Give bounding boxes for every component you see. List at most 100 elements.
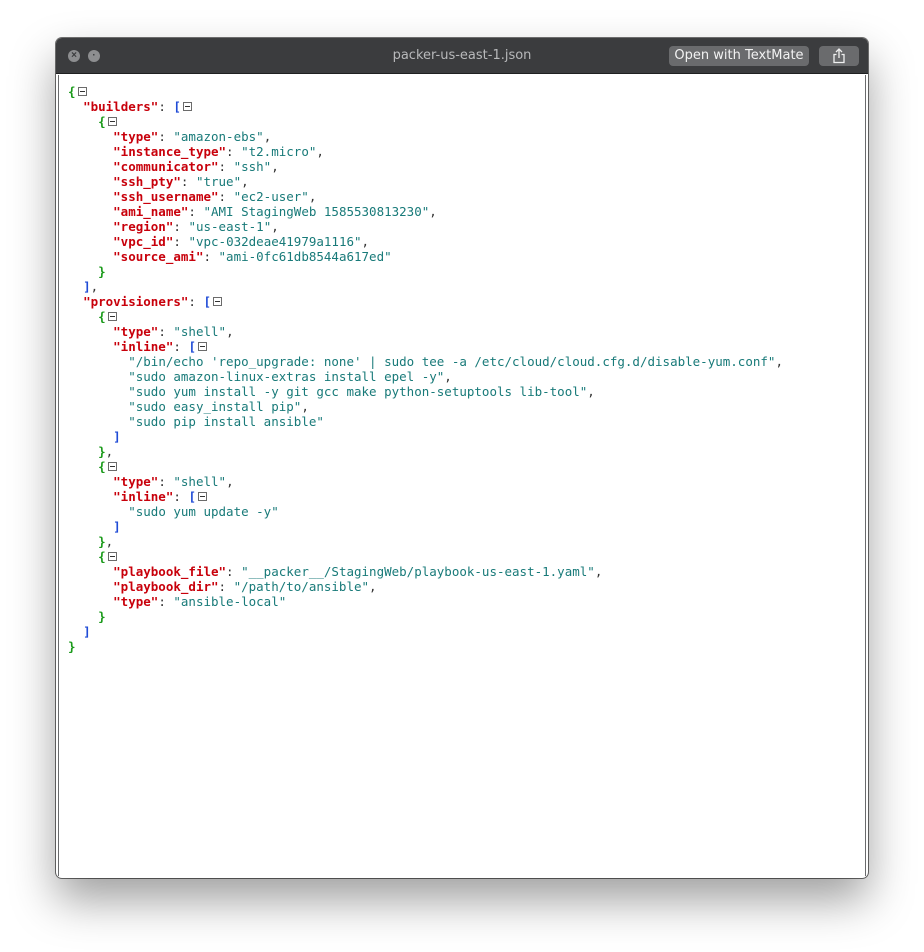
json-string: "true"	[195, 174, 242, 189]
json-brace: }	[98, 264, 106, 279]
code-line: }	[68, 609, 783, 624]
json-string: "sudo yum install -y git gcc make python…	[128, 384, 588, 399]
code-line: "type": "amazon-ebs",	[68, 129, 783, 144]
json-bracket: [	[188, 489, 196, 504]
json-punctuation: :	[226, 564, 242, 579]
code-line: "playbook_dir": "/path/to/ansible",	[68, 579, 783, 594]
json-string: "ec2-user"	[233, 189, 309, 204]
code-line: "region": "us-east-1",	[68, 219, 783, 234]
code-line: "builders": [	[68, 99, 783, 114]
json-punctuation: :	[158, 594, 174, 609]
code-line: "sudo yum update -y"	[68, 504, 783, 519]
json-brace: {	[98, 459, 106, 474]
json-punctuation: :	[173, 234, 189, 249]
code-line: "source_ami": "ami-0fc61db8544a617ed"	[68, 249, 783, 264]
json-string: "sudo easy_install pip"	[128, 399, 302, 414]
json-punctuation: ,	[361, 234, 370, 249]
json-punctuation: ,	[271, 219, 279, 234]
collapse-toggle-icon[interactable]	[107, 462, 117, 471]
collapse-toggle-icon[interactable]	[182, 102, 192, 111]
collapse-toggle-icon[interactable]	[197, 492, 207, 501]
code-line: "sudo pip install ansible"	[68, 414, 783, 429]
json-punctuation: ,	[308, 189, 317, 204]
code-line: "ssh_username": "ec2-user",	[68, 189, 783, 204]
collapse-toggle-icon[interactable]	[107, 552, 117, 561]
json-brace: {	[98, 114, 106, 129]
json-punctuation: :	[158, 324, 174, 339]
json-punctuation: ,	[105, 534, 114, 549]
code-line: ]	[68, 429, 783, 444]
code-line: }	[68, 264, 783, 279]
code-line: ]	[68, 624, 783, 639]
code-line: "ami_name": "AMI StagingWeb 158553081323…	[68, 204, 783, 219]
code-line: {	[68, 84, 783, 99]
json-string: "us-east-1"	[188, 219, 272, 234]
json-string: "__packer__/StagingWeb/playbook-us-east-…	[241, 564, 595, 579]
json-bracket: [	[173, 99, 181, 114]
open-with-textmate-button[interactable]: Open with TextMate	[669, 46, 809, 66]
json-punctuation: :	[173, 489, 189, 504]
collapse-toggle-icon[interactable]	[107, 312, 117, 321]
collapse-toggle-icon[interactable]	[197, 342, 207, 351]
json-string: "t2.micro"	[241, 144, 317, 159]
share-button[interactable]	[819, 46, 859, 66]
collapse-toggle-icon[interactable]	[77, 87, 87, 96]
share-icon	[833, 48, 845, 64]
json-key: "source_ami"	[113, 249, 204, 264]
json-punctuation: ,	[271, 159, 279, 174]
json-punctuation: :	[173, 219, 189, 234]
code-line: "type": "shell",	[68, 324, 783, 339]
json-punctuation: :	[218, 579, 234, 594]
json-punctuation: ,	[90, 279, 99, 294]
code-line: "communicator": "ssh",	[68, 159, 783, 174]
json-punctuation: :	[173, 339, 189, 354]
json-code: { "builders": [ { "type": "amazon-ebs", …	[68, 84, 783, 654]
json-string: "ansible-local"	[173, 594, 287, 609]
json-brace: }	[98, 444, 106, 459]
code-line: "type": "shell",	[68, 474, 783, 489]
code-line: "inline": [	[68, 489, 783, 504]
json-key: "type"	[113, 594, 159, 609]
json-key: "region"	[113, 219, 174, 234]
collapse-toggle-icon[interactable]	[107, 117, 117, 126]
json-punctuation: :	[158, 129, 174, 144]
json-punctuation: :	[180, 174, 196, 189]
json-key: "builders"	[83, 99, 159, 114]
json-key: "provisioners"	[83, 294, 189, 309]
code-line: },	[68, 444, 783, 459]
json-key: "playbook_file"	[113, 564, 227, 579]
json-brace: }	[98, 534, 106, 549]
json-punctuation: :	[203, 249, 219, 264]
json-punctuation: :	[218, 159, 234, 174]
code-line: "/bin/echo 'repo_upgrade: none' | sudo t…	[68, 354, 783, 369]
code-line: "playbook_file": "__packer__/StagingWeb/…	[68, 564, 783, 579]
code-line: "sudo yum install -y git gcc make python…	[68, 384, 783, 399]
json-string: "amazon-ebs"	[173, 129, 264, 144]
collapse-toggle-icon[interactable]	[213, 297, 223, 306]
json-bracket: [	[188, 339, 196, 354]
json-brace: {	[98, 549, 106, 564]
json-string: "shell"	[173, 474, 227, 489]
json-string: "sudo amazon-linux-extras install epel -…	[128, 369, 445, 384]
json-string: "ssh"	[233, 159, 272, 174]
code-line: "sudo easy_install pip",	[68, 399, 783, 414]
json-key: "type"	[113, 474, 159, 489]
json-string: "AMI StagingWeb 1585530813230"	[203, 204, 430, 219]
